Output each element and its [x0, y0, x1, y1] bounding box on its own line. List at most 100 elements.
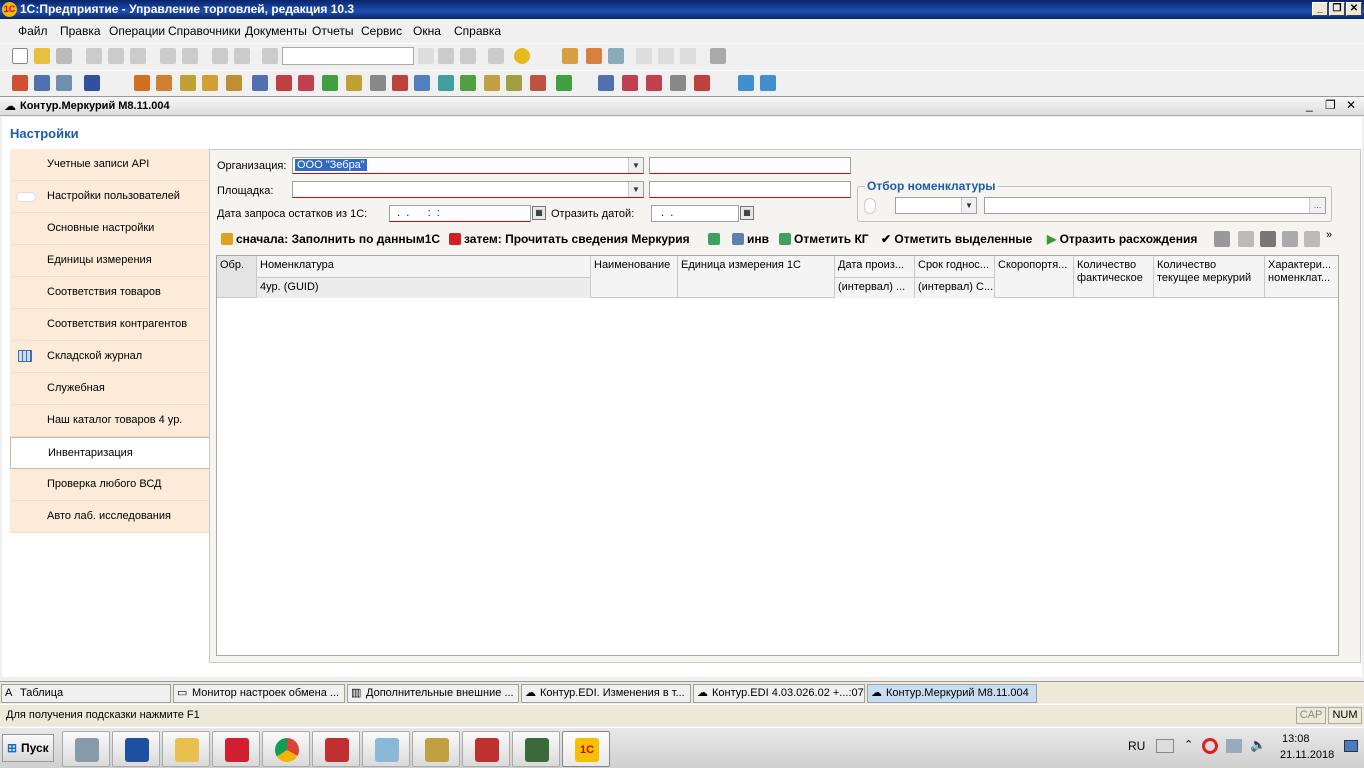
doc-9-icon[interactable]: [438, 75, 454, 91]
sort-icon[interactable]: [1304, 231, 1320, 247]
windows-icon[interactable]: [488, 48, 504, 64]
taskbar-tools[interactable]: [412, 731, 460, 767]
nav-contractor-matches[interactable]: Соответствия контрагентов: [10, 309, 209, 341]
col-expiry[interactable]: Срок годнос...: [915, 256, 995, 277]
window-tab-monitor[interactable]: ▭ Монитор настроек обмена ...: [173, 684, 345, 703]
show-desktop-icon[interactable]: [1344, 740, 1358, 752]
preview-icon[interactable]: [182, 48, 198, 64]
money-icon[interactable]: [226, 75, 242, 91]
close-button[interactable]: ✕: [1346, 2, 1362, 16]
doc-1-icon[interactable]: [252, 75, 268, 91]
info-icon[interactable]: [514, 48, 530, 64]
doc-2-icon[interactable]: [276, 75, 292, 91]
taskbar-save-app[interactable]: [212, 731, 260, 767]
nav-user-settings[interactable]: Настройки пользователей: [10, 181, 209, 213]
tools-icon[interactable]: [710, 48, 726, 64]
customers-icon[interactable]: [156, 75, 172, 91]
copy-icon[interactable]: [108, 48, 124, 64]
doc-13-icon[interactable]: [530, 75, 546, 91]
mark-kg-button[interactable]: Отметить КГ: [779, 232, 869, 246]
filter-icon[interactable]: [1214, 231, 1230, 247]
sales-icon[interactable]: [134, 75, 150, 91]
taskbar-explorer[interactable]: [162, 731, 210, 767]
organization-field[interactable]: ООО "Зебра" ▼: [292, 157, 644, 174]
undo-icon[interactable]: [212, 48, 228, 64]
menu-help[interactable]: Справка: [454, 24, 501, 38]
nav-warehouse-journal[interactable]: Складской журнал: [10, 341, 209, 373]
menu-documents[interactable]: Документы: [245, 24, 307, 38]
taskbar-monitor[interactable]: [512, 731, 560, 767]
find-next-icon[interactable]: [438, 48, 454, 64]
menu-edit[interactable]: Правка: [60, 24, 101, 38]
taskbar-chrome[interactable]: [262, 731, 310, 767]
nav-api-accounts[interactable]: Учетные записи API: [10, 149, 209, 181]
filter-mode-dropdown-icon[interactable]: ▼: [961, 198, 976, 213]
redo-icon[interactable]: [234, 48, 250, 64]
col-name[interactable]: Наименование: [591, 256, 678, 298]
memory-plus-icon[interactable]: [658, 48, 674, 64]
new-icon[interactable]: [12, 48, 28, 64]
filter-off-icon[interactable]: [1238, 231, 1254, 247]
site-dropdown-icon[interactable]: ▼: [628, 182, 643, 197]
col-perishable[interactable]: Скоропортя...: [995, 256, 1074, 298]
col-expiry-interval[interactable]: (интервал) С...: [915, 277, 995, 298]
filter-mode-field[interactable]: ▼: [895, 197, 977, 214]
doc-4-icon[interactable]: [322, 75, 338, 91]
doc-8-icon[interactable]: [414, 75, 430, 91]
col-qty-mercury[interactable]: Количество текущее меркурий: [1154, 256, 1265, 298]
calculator-icon[interactable]: [562, 48, 578, 64]
save-icon[interactable]: [56, 48, 72, 64]
forward-arrow-icon[interactable]: [760, 75, 776, 91]
fill-from-1c-button[interactable]: сначала: Заполнить по данным1С: [221, 232, 440, 246]
more-actions-icon[interactable]: »: [1326, 229, 1332, 241]
clear-filter-icon[interactable]: [1282, 231, 1298, 247]
check-icon-button[interactable]: [708, 232, 723, 246]
read-mercury-button[interactable]: затем: Прочитать сведения Меркурия: [449, 232, 690, 246]
maximize-button[interactable]: ❐: [1329, 2, 1345, 16]
col-qty-actual[interactable]: Количество фактическое: [1074, 256, 1154, 298]
site-extra-field[interactable]: [649, 181, 851, 198]
inventory-table[interactable]: Обр. Номенклатура 4ур. (GUID) Наименован…: [216, 255, 1339, 656]
doc-11-icon[interactable]: [484, 75, 500, 91]
filter-by-value-icon[interactable]: [1260, 231, 1276, 247]
menu-reports[interactable]: Отчеты: [312, 24, 353, 38]
journal-icon[interactable]: [56, 75, 72, 91]
volume-icon[interactable]: 🔈: [1250, 737, 1266, 753]
col-characteristic[interactable]: Характери... номенклат...: [1265, 256, 1338, 298]
find-prev-icon[interactable]: [460, 48, 476, 64]
col-production-interval[interactable]: (интервал) ...: [835, 277, 915, 298]
search-input[interactable]: [282, 47, 414, 65]
book-icon[interactable]: [12, 75, 28, 91]
doc-19-icon[interactable]: [694, 75, 710, 91]
doc-12-icon[interactable]: [506, 75, 522, 91]
show-hidden-icons[interactable]: ⌃: [1184, 738, 1193, 751]
window-tab-edi-changes[interactable]: ☁ Контур.EDI. Изменения в т...: [521, 684, 691, 703]
cut-icon[interactable]: [86, 48, 102, 64]
date-request-field[interactable]: . . : :: [389, 205, 531, 222]
inv-button[interactable]: инв: [732, 232, 769, 246]
doc-18-icon[interactable]: [670, 75, 686, 91]
taskbar-toolbox-1[interactable]: [312, 731, 360, 767]
keyboard-icon[interactable]: [1156, 739, 1174, 753]
structure-icon[interactable]: [84, 75, 100, 91]
doc-15-icon[interactable]: [598, 75, 614, 91]
doc-17-icon[interactable]: [646, 75, 662, 91]
tray-app-icon[interactable]: [1202, 738, 1218, 754]
calendar-icon[interactable]: [586, 48, 602, 64]
window-tab-external[interactable]: ▥ Дополнительные внешние ...: [347, 684, 519, 703]
filter-value-field[interactable]: …: [984, 197, 1326, 214]
taskbar-notepad[interactable]: [362, 731, 410, 767]
menu-windows[interactable]: Окна: [413, 24, 441, 38]
menu-service[interactable]: Сервис: [361, 24, 402, 38]
site-field[interactable]: ▼: [292, 181, 644, 198]
form-maximize-button[interactable]: ❐: [1325, 98, 1336, 112]
doc-16-icon[interactable]: [622, 75, 638, 91]
memory-icon[interactable]: [636, 48, 652, 64]
col-processed[interactable]: Обр.: [217, 256, 257, 298]
warehouse-icon[interactable]: [202, 75, 218, 91]
doc-6-icon[interactable]: [370, 75, 386, 91]
clock-time[interactable]: 13:08: [1282, 733, 1310, 745]
doc-10-icon[interactable]: [460, 75, 476, 91]
doc-7-icon[interactable]: [392, 75, 408, 91]
reflect-date-field[interactable]: . .: [651, 205, 739, 222]
